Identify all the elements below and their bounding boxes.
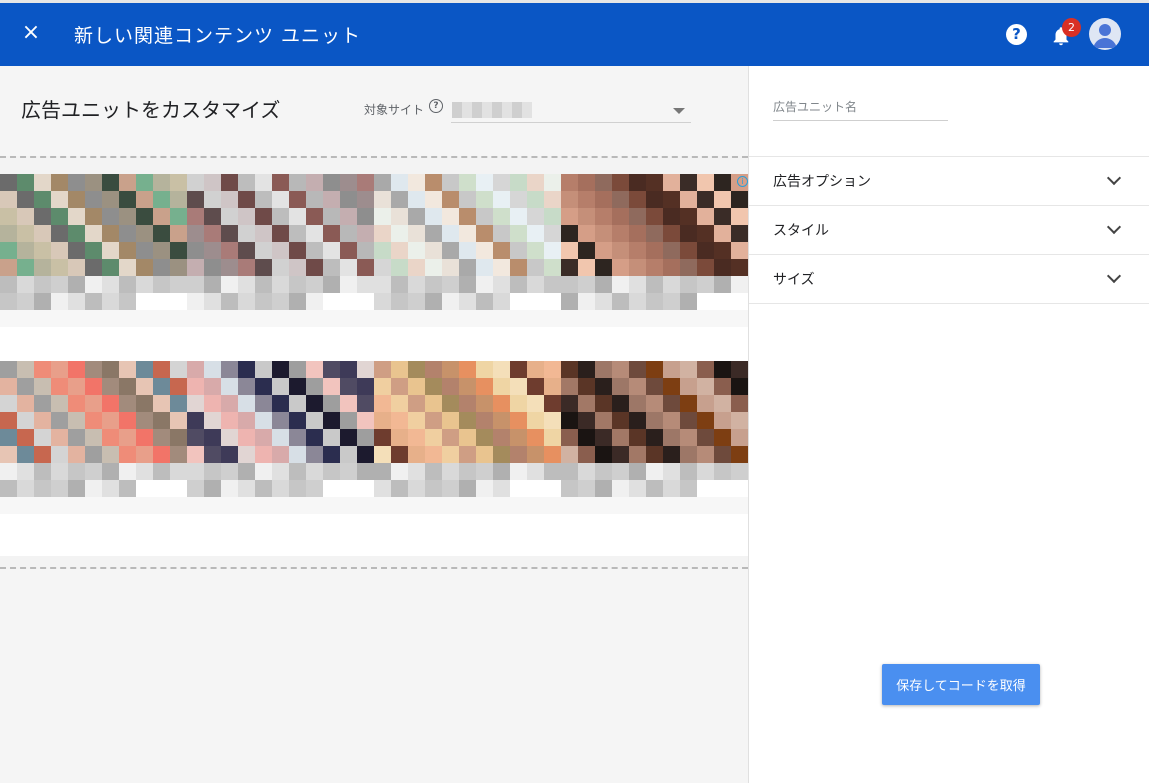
notification-badge: 2 bbox=[1062, 18, 1081, 37]
ad-tile-caption bbox=[561, 463, 748, 515]
close-icon[interactable]: × bbox=[18, 19, 44, 47]
section-ad-options[interactable]: 広告オプション bbox=[749, 156, 1149, 205]
ad-tile-image bbox=[561, 174, 748, 276]
ad-tile[interactable] bbox=[0, 174, 187, 361]
ad-preview-grid bbox=[0, 174, 748, 556]
ad-tile-caption bbox=[374, 463, 561, 515]
ad-unit-name-input[interactable]: 広告ユニット名 bbox=[773, 98, 948, 121]
help-circle-icon[interactable]: ? bbox=[429, 99, 443, 113]
ad-tile[interactable] bbox=[374, 174, 561, 361]
ad-tile-caption bbox=[187, 463, 374, 515]
ad-tile-image bbox=[561, 361, 748, 463]
chevron-down-icon bbox=[1106, 170, 1122, 186]
ad-tile-image bbox=[0, 174, 187, 276]
ad-tile-caption bbox=[0, 463, 187, 515]
section-style[interactable]: スタイル bbox=[749, 205, 1149, 254]
site-select[interactable] bbox=[451, 100, 691, 123]
ad-tile-image bbox=[187, 361, 374, 463]
ad-tile-caption bbox=[561, 276, 748, 328]
ad-tile[interactable] bbox=[561, 174, 748, 361]
page-title: 新しい関連コンテンツ ユニット bbox=[74, 25, 362, 47]
help-icon[interactable]: ? bbox=[1006, 24, 1027, 45]
customize-header: 広告ユニットをカスタマイズ 対象サイト ? bbox=[0, 66, 748, 156]
ad-tile-image bbox=[187, 174, 374, 276]
save-get-code-button[interactable]: 保存してコードを取得 bbox=[882, 664, 1040, 705]
settings-panel: 広告ユニット名 広告オプション スタイル サイズ 保存してコードを取得 bbox=[748, 66, 1149, 783]
ad-tile-caption bbox=[374, 276, 561, 328]
ad-tile-caption bbox=[0, 276, 187, 328]
ad-tile[interactable] bbox=[187, 361, 374, 548]
customize-title: 広告ユニットをカスタマイズ bbox=[21, 98, 281, 122]
section-label: 広告オプション bbox=[773, 174, 871, 190]
section-label: サイズ bbox=[773, 272, 815, 288]
site-label: 対象サイト bbox=[364, 103, 425, 117]
ad-tile-image bbox=[0, 361, 187, 463]
user-icon bbox=[1093, 24, 1117, 48]
app-header: × 新しい関連コンテンツ ユニット ? 2 bbox=[0, 0, 1149, 66]
dropdown-arrow-icon bbox=[673, 108, 685, 114]
ad-tile[interactable] bbox=[0, 361, 187, 548]
ad-tile-image bbox=[374, 361, 561, 463]
ad-tile-image bbox=[374, 174, 561, 276]
chevron-down-icon bbox=[1106, 219, 1122, 235]
divider bbox=[749, 303, 1149, 304]
ad-info-icon[interactable]: i bbox=[737, 176, 748, 187]
section-size[interactable]: サイズ bbox=[749, 254, 1149, 303]
chevron-down-icon bbox=[1106, 268, 1122, 284]
ad-tile[interactable] bbox=[187, 174, 374, 361]
site-value-redacted bbox=[452, 102, 532, 118]
ad-tile[interactable] bbox=[561, 361, 748, 548]
section-label: スタイル bbox=[773, 223, 829, 239]
avatar[interactable] bbox=[1089, 18, 1121, 50]
preview-pane: 広告ユニットをカスタマイズ 対象サイト ? i bbox=[0, 66, 748, 783]
ad-tile-caption bbox=[187, 276, 374, 328]
ad-preview: i bbox=[0, 156, 748, 569]
ad-tile[interactable] bbox=[374, 361, 561, 548]
